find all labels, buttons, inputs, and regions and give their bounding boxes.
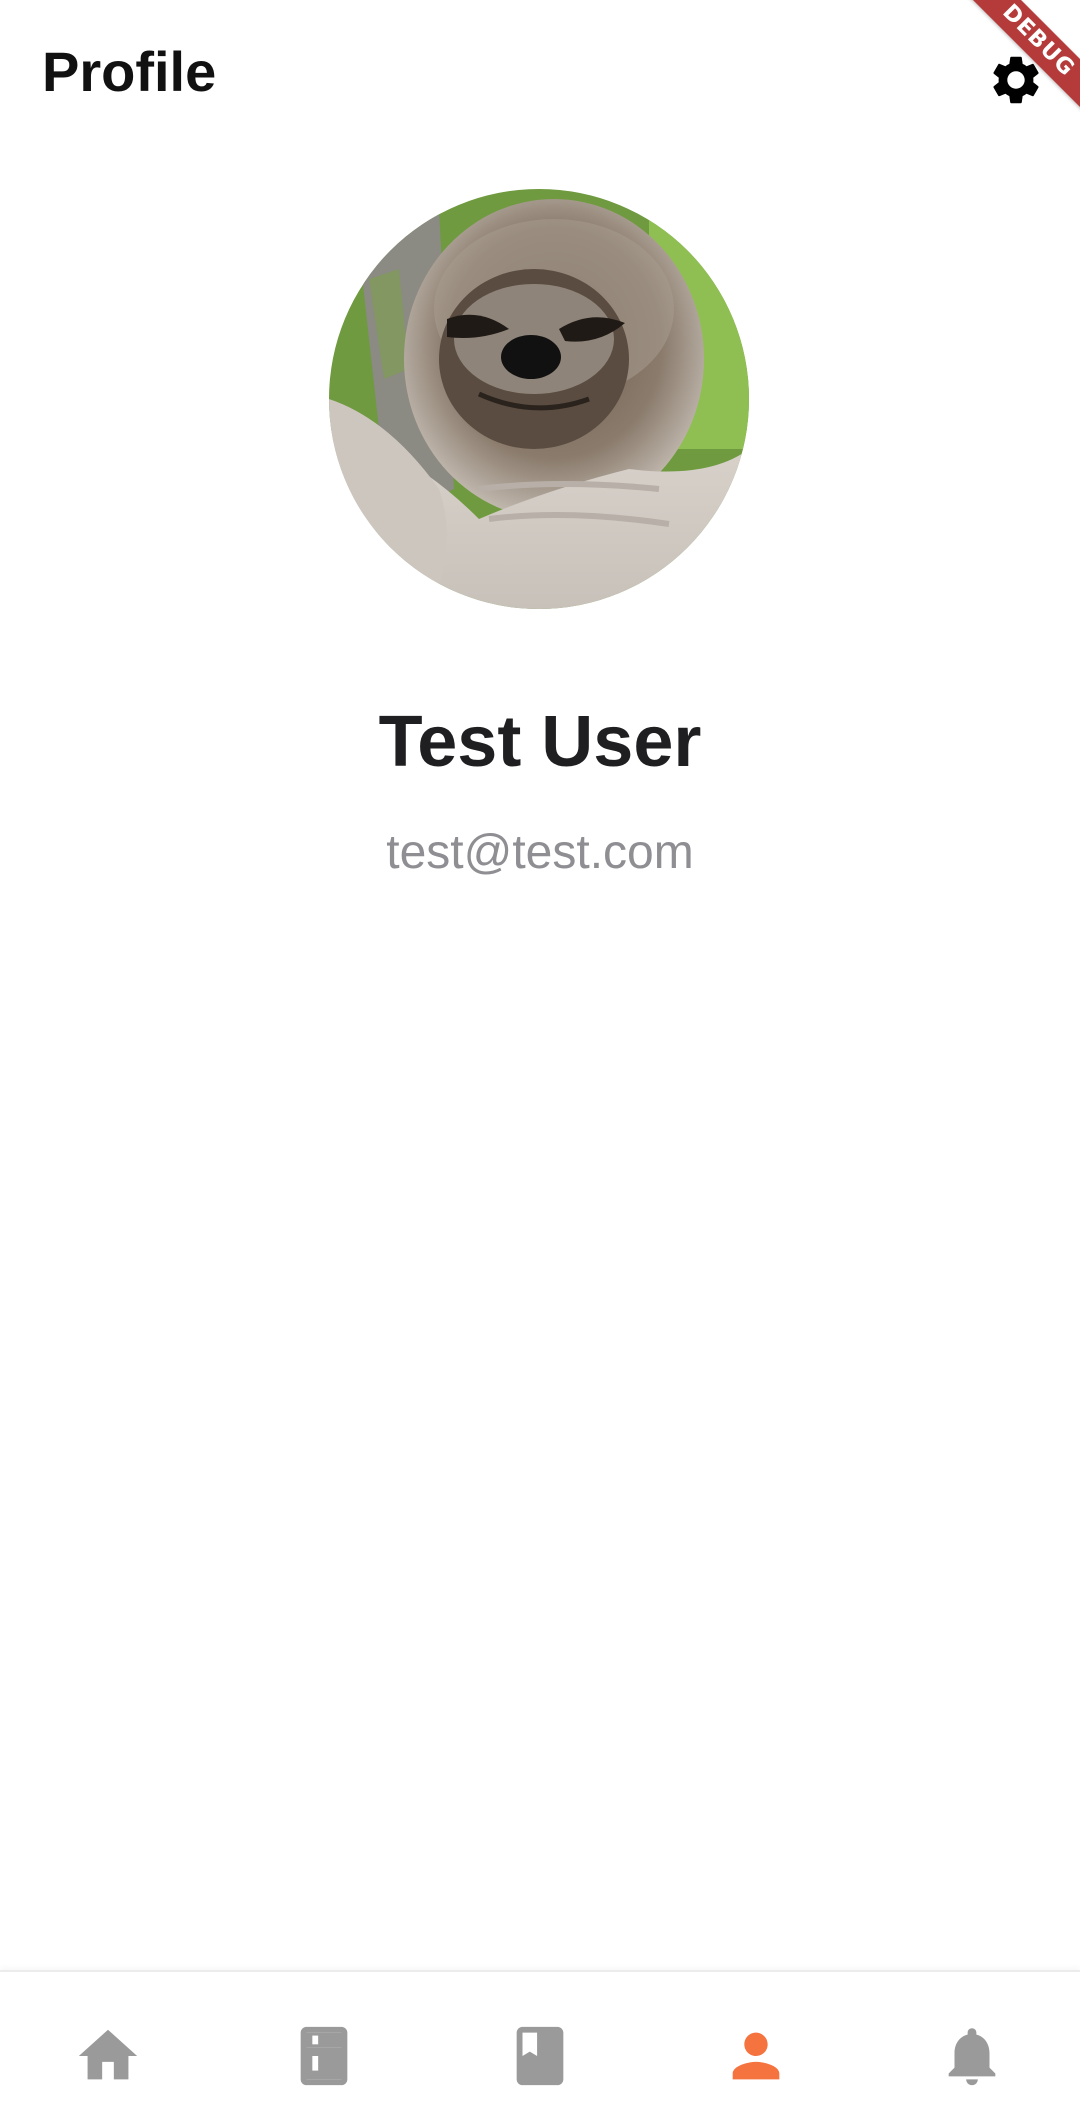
settings-button[interactable]	[978, 42, 1054, 118]
app-bar: Profile	[0, 0, 1080, 150]
gear-icon	[993, 56, 1039, 104]
nav-item-notifications[interactable]	[932, 2016, 1012, 2096]
user-email: test@test.com	[386, 826, 694, 879]
user-name: Test User	[378, 702, 702, 782]
bottom-navigation	[0, 1970, 1080, 2109]
nav-item-recipes[interactable]	[500, 2016, 580, 2096]
avatar	[329, 189, 749, 609]
book-icon	[516, 2026, 564, 2086]
home-icon	[78, 2029, 138, 2080]
bell-icon	[948, 2028, 996, 2086]
nav-item-profile[interactable]	[716, 2016, 796, 2096]
sloth-photo	[329, 189, 749, 609]
fridge-icon	[300, 2026, 348, 2086]
person-icon	[732, 2032, 780, 2080]
nav-item-home[interactable]	[68, 2016, 148, 2096]
page-title: Profile	[42, 40, 217, 103]
nav-item-fridge[interactable]	[284, 2016, 364, 2096]
